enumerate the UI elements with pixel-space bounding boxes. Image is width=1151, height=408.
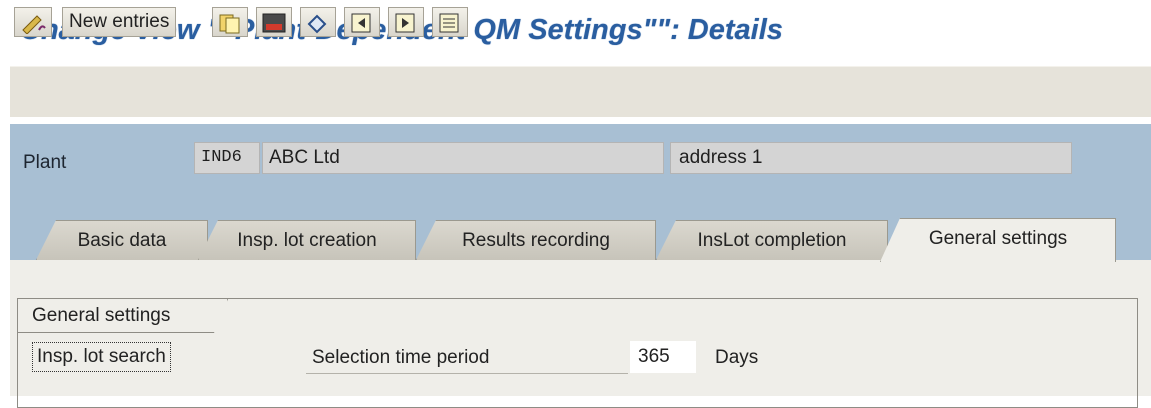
edit-display-toggle-button[interactable] <box>14 7 52 37</box>
plant-address-field: address 1 <box>670 142 1072 174</box>
select-all-icon <box>439 13 459 33</box>
copy-as-icon <box>219 14 240 34</box>
delete-icon <box>262 13 286 33</box>
tab-insp-lot-creation[interactable]: Insp. lot creation <box>198 220 416 260</box>
unit-label: Days <box>715 347 759 368</box>
plant-code-field: IND6 <box>194 142 260 174</box>
tab-basic-data[interactable]: Basic data <box>36 220 208 260</box>
selection-time-period-label: Selection time period <box>306 342 628 374</box>
next-entry-button[interactable] <box>388 7 424 37</box>
undo-change-icon <box>307 14 327 34</box>
plant-name-field: ABC Ltd <box>262 142 664 174</box>
select-all-button[interactable] <box>432 7 468 37</box>
previous-entry-button[interactable] <box>344 7 380 37</box>
insp-lot-search-label[interactable]: Insp. lot search <box>32 342 171 372</box>
previous-entry-icon <box>351 13 371 33</box>
next-entry-icon <box>395 13 415 33</box>
selection-time-period-input[interactable]: 365 <box>630 341 696 373</box>
delete-button[interactable] <box>256 7 292 37</box>
undo-change-button[interactable] <box>300 7 336 37</box>
tab-general-settings[interactable]: General settings <box>880 218 1116 262</box>
application-toolbar <box>10 66 1151 117</box>
group-title: General settings <box>18 299 228 333</box>
edit-display-toggle-icon <box>22 15 46 34</box>
new-entries-button[interactable]: New entries <box>62 7 177 37</box>
tab-results-recording[interactable]: Results recording <box>416 220 656 260</box>
copy-as-button[interactable] <box>212 7 248 37</box>
plant-label: Plant <box>23 152 67 173</box>
tab-inslot-completion[interactable]: InsLot completion <box>656 220 888 260</box>
